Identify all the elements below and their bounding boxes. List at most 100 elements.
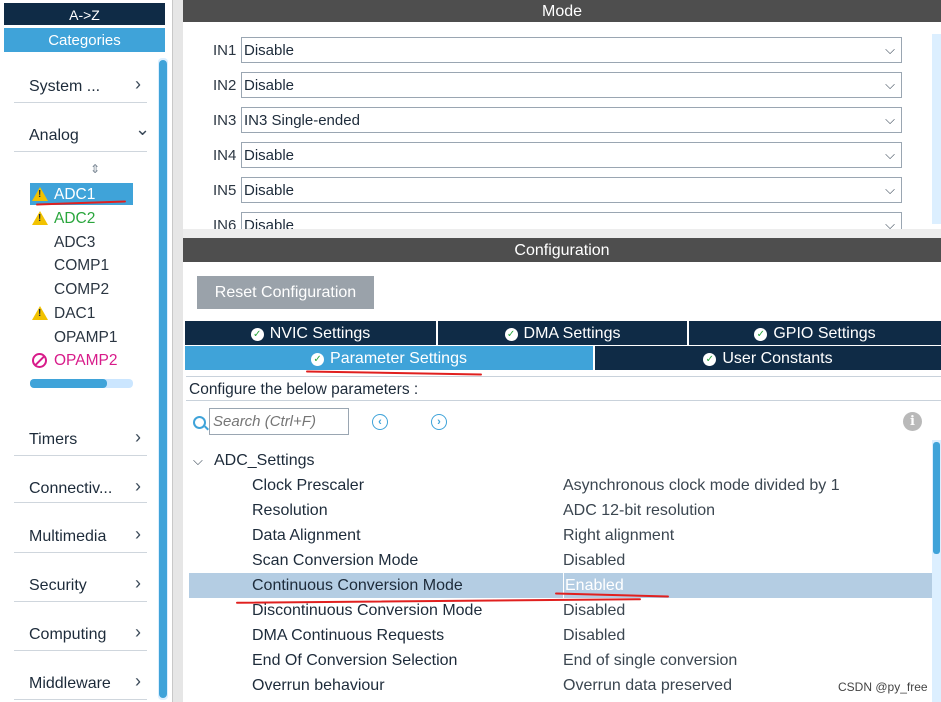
tab-nvic-settings[interactable]: ✓ NVIC Settings bbox=[185, 321, 438, 345]
tab-user-constants[interactable]: ✓ User Constants bbox=[595, 346, 941, 370]
category-label: Middleware bbox=[29, 675, 111, 692]
check-icon: ✓ bbox=[311, 353, 325, 366]
param-name: Continuous Conversion Mode bbox=[252, 577, 463, 594]
mode-label-in3: IN3 bbox=[213, 112, 237, 129]
list-item-opamp1[interactable]: OPAMP1 bbox=[54, 329, 117, 347]
mode-panel: IN1 Disable ⌵ IN2 Disable ⌵ IN3 IN3 Sing… bbox=[183, 22, 941, 229]
category-label: Multimedia bbox=[29, 528, 107, 545]
configure-description: Configure the below parameters : bbox=[186, 376, 941, 401]
param-value[interactable]: ADC 12-bit resolution bbox=[563, 498, 715, 523]
az-tab[interactable]: A->Z bbox=[4, 3, 165, 25]
select-value: Disable bbox=[244, 147, 295, 164]
param-value[interactable]: Overrun data preserved bbox=[563, 673, 732, 698]
category-computing[interactable]: Computing › bbox=[14, 616, 147, 651]
splitter[interactable] bbox=[183, 229, 941, 238]
chevron-down-icon: ⌵ bbox=[885, 217, 895, 229]
param-row[interactable]: Scan Conversion Mode Disabled bbox=[189, 548, 932, 573]
tab-parameter-settings[interactable]: ✓ Parameter Settings bbox=[185, 346, 595, 370]
mode-header: Mode bbox=[183, 0, 941, 22]
category-timers[interactable]: Timers › bbox=[14, 421, 147, 456]
param-name: Scan Conversion Mode bbox=[252, 552, 419, 569]
in1-select[interactable]: Disable ⌵ bbox=[241, 37, 902, 63]
info-icon[interactable]: i bbox=[903, 412, 922, 431]
next-match-icon[interactable]: › bbox=[431, 414, 447, 430]
category-label: Analog bbox=[29, 127, 79, 144]
mode-label-in6: IN6 bbox=[213, 217, 237, 229]
list-item-adc2[interactable]: ADC2 bbox=[54, 210, 95, 228]
panel-splitter[interactable] bbox=[172, 0, 183, 702]
check-icon: ✓ bbox=[250, 328, 264, 341]
chevron-right-icon: › bbox=[135, 524, 141, 544]
param-row[interactable]: DMA Continuous Requests Disabled bbox=[189, 623, 932, 648]
param-row[interactable]: Clock Prescaler Asynchronous clock mode … bbox=[189, 473, 932, 498]
categories-tab[interactable]: Categories bbox=[4, 28, 165, 52]
param-value[interactable]: Disabled bbox=[563, 548, 625, 573]
param-value[interactable]: Asynchronous clock mode divided by 1 bbox=[563, 473, 840, 498]
list-item-dac1[interactable]: DAC1 bbox=[54, 305, 95, 323]
select-value: Disable bbox=[244, 42, 295, 59]
chevron-right-icon: › bbox=[135, 476, 141, 496]
tab-label: GPIO Settings bbox=[773, 325, 876, 342]
param-value[interactable]: Disabled bbox=[563, 598, 625, 623]
chevron-down-icon: ⌵ bbox=[193, 453, 203, 468]
check-icon: ✓ bbox=[754, 328, 768, 341]
list-item-comp2[interactable]: COMP2 bbox=[54, 281, 109, 299]
param-value[interactable]: Right alignment bbox=[563, 523, 674, 548]
category-connectivity[interactable]: Connectiv... › bbox=[14, 468, 147, 503]
list-item-opamp2[interactable]: OPAMP2 bbox=[54, 352, 117, 370]
param-name: Resolution bbox=[252, 502, 328, 519]
category-multimedia[interactable]: Multimedia › bbox=[14, 518, 147, 553]
mode-scrollbar[interactable] bbox=[932, 34, 941, 224]
param-value[interactable]: Disabled bbox=[563, 623, 625, 648]
tab-label: DMA Settings bbox=[523, 325, 621, 342]
annotation-underline bbox=[305, 370, 483, 376]
tab-label: User Constants bbox=[722, 350, 833, 367]
parameter-tree: ⌵ ADC_Settings Clock Prescaler Asynchron… bbox=[189, 445, 932, 702]
param-value[interactable]: End of single conversion bbox=[563, 648, 737, 673]
param-row[interactable]: Resolution ADC 12-bit resolution bbox=[189, 498, 932, 523]
mode-label-in5: IN5 bbox=[213, 182, 237, 199]
chevron-down-icon: ⌵ bbox=[885, 112, 895, 127]
param-name: Overrun behaviour bbox=[252, 677, 385, 694]
select-value: Disable bbox=[244, 77, 295, 94]
select-value: Disable bbox=[244, 182, 295, 199]
chevron-right-icon: › bbox=[135, 573, 141, 593]
param-name: Clock Prescaler bbox=[252, 477, 365, 494]
category-middleware[interactable]: Middleware › bbox=[14, 665, 147, 700]
in5-select[interactable]: Disable ⌵ bbox=[241, 177, 902, 203]
select-value: Disable bbox=[244, 217, 295, 229]
param-row[interactable]: Overrun behaviour Overrun data preserved bbox=[189, 673, 932, 698]
previous-match-icon[interactable]: ‹ bbox=[372, 414, 388, 430]
param-name: Data Alignment bbox=[252, 527, 361, 544]
mode-label-in4: IN4 bbox=[213, 147, 237, 164]
category-security[interactable]: Security › bbox=[14, 567, 147, 602]
categories-scrollbar-thumb[interactable] bbox=[159, 60, 167, 698]
category-system[interactable]: System ... › bbox=[14, 68, 147, 103]
chevron-right-icon: › bbox=[135, 74, 141, 94]
in4-select[interactable]: Disable ⌵ bbox=[241, 142, 902, 168]
chevron-down-icon: ⌵ bbox=[885, 42, 895, 57]
sort-icon[interactable]: ⇕ bbox=[90, 162, 100, 176]
tab-dma-settings[interactable]: ✓ DMA Settings bbox=[438, 321, 689, 345]
in2-select[interactable]: Disable ⌵ bbox=[241, 72, 902, 98]
category-label: System ... bbox=[29, 78, 101, 95]
search-input[interactable] bbox=[209, 408, 349, 435]
list-scrollbar-thumb[interactable] bbox=[30, 379, 107, 388]
group-label: ADC_Settings bbox=[214, 452, 315, 469]
category-analog[interactable]: Analog ⌄ bbox=[14, 117, 150, 152]
reset-configuration-button[interactable]: Reset Configuration bbox=[197, 276, 374, 309]
list-item-adc3[interactable]: ADC3 bbox=[54, 234, 95, 252]
category-label: Security bbox=[29, 577, 87, 594]
chevron-down-icon: ⌵ bbox=[885, 182, 895, 197]
group-adc-settings[interactable]: ⌵ ADC_Settings bbox=[189, 448, 932, 473]
list-item-comp1[interactable]: COMP1 bbox=[54, 257, 109, 275]
chevron-down-icon: ⌵ bbox=[885, 147, 895, 162]
warning-icon bbox=[32, 211, 48, 225]
parameters-scrollbar-thumb[interactable] bbox=[933, 442, 940, 554]
in3-select[interactable]: IN3 Single-ended ⌵ bbox=[241, 107, 902, 133]
param-row[interactable]: End Of Conversion Selection End of singl… bbox=[189, 648, 932, 673]
tab-gpio-settings[interactable]: ✓ GPIO Settings bbox=[689, 321, 941, 345]
param-row[interactable]: Data Alignment Right alignment bbox=[189, 523, 932, 548]
chevron-right-icon: › bbox=[135, 622, 141, 642]
in6-select[interactable]: Disable ⌵ bbox=[241, 212, 902, 229]
